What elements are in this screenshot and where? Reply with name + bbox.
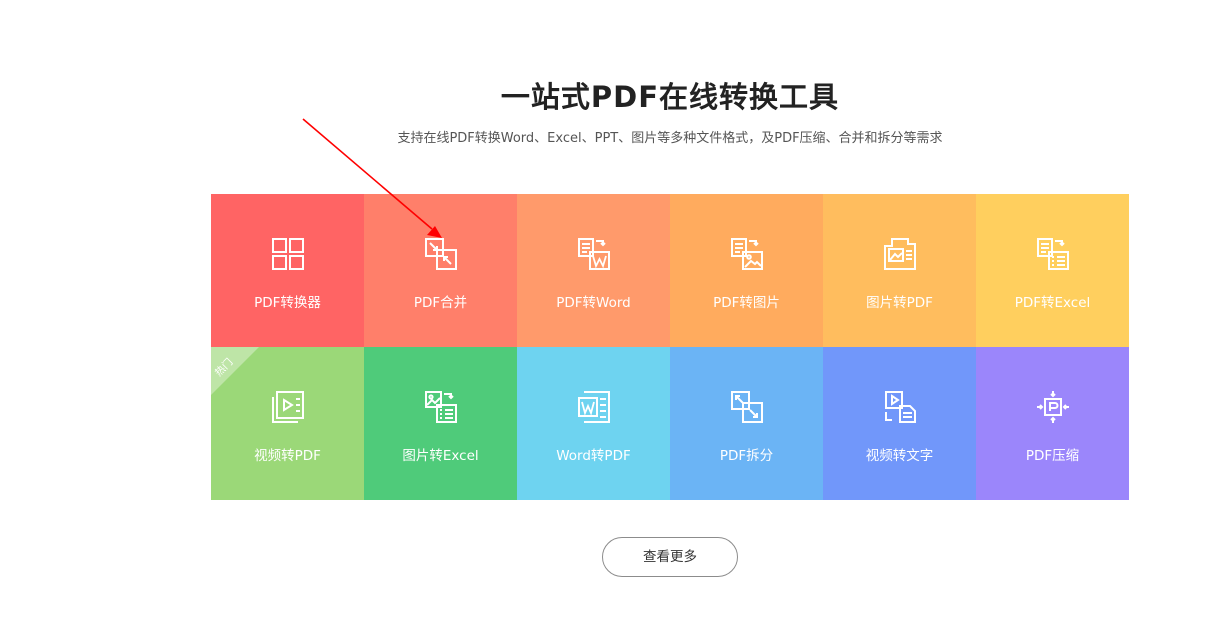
tool-tile-pdf-merge[interactable]: PDF合并: [364, 194, 517, 347]
tool-label: 视频转文字: [865, 448, 934, 464]
hot-badge-label: 热门: [213, 356, 236, 379]
tool-tile-pdf-compress[interactable]: PDF压缩: [976, 347, 1129, 500]
page-title: 一站式PDF在线转换工具: [500, 80, 840, 114]
tool-tile-video-to-pdf[interactable]: 热门 视频转PDF: [211, 347, 364, 500]
tool-grid: PDF转换器 PDF合并 PDF转Word PDF转图片 图片转PDF PDF转…: [211, 194, 1129, 500]
tool-label: Word转PDF: [556, 448, 631, 464]
compress-icon: [1035, 389, 1071, 425]
tool-label: PDF合并: [413, 295, 468, 311]
tool-tile-video-to-text[interactable]: 视频转文字: [823, 347, 976, 500]
tool-label: 图片转Excel: [402, 448, 479, 464]
hot-badge: 热门: [211, 347, 259, 395]
page: 一站式PDF在线转换工具 支持在线PDF转换Word、Excel、PPT、图片等…: [0, 0, 1227, 621]
image-to-pdf-icon: [882, 236, 918, 272]
tool-tile-image-to-excel[interactable]: 图片转Excel: [364, 347, 517, 500]
tool-label: PDF转图片: [713, 295, 780, 311]
tool-tile-image-to-pdf[interactable]: 图片转PDF: [823, 194, 976, 347]
tool-label: 视频转PDF: [254, 448, 321, 464]
tool-tile-pdf-to-excel[interactable]: PDF转Excel: [976, 194, 1129, 347]
word-to-pdf-icon: [576, 389, 612, 425]
page-subtitle: 支持在线PDF转换Word、Excel、PPT、图片等多种文件格式，及PDF压缩…: [397, 131, 943, 146]
tool-label: PDF转Word: [556, 295, 631, 311]
tool-tile-pdf-to-word[interactable]: PDF转Word: [517, 194, 670, 347]
tool-label: 图片转PDF: [866, 295, 933, 311]
tool-label: PDF压缩: [1025, 448, 1080, 464]
tool-tile-word-to-pdf[interactable]: Word转PDF: [517, 347, 670, 500]
merge-icon: [423, 236, 459, 272]
video-to-text-icon: [882, 389, 918, 425]
pdf-to-image-icon: [729, 236, 765, 272]
image-to-excel-icon: [423, 389, 459, 425]
tool-label: PDF拆分: [719, 448, 774, 464]
tool-tile-pdf-to-image[interactable]: PDF转图片: [670, 194, 823, 347]
tool-tile-pdf-converter[interactable]: PDF转换器: [211, 194, 364, 347]
tool-label: PDF转Excel: [1014, 295, 1091, 311]
grid-icon: [270, 236, 306, 272]
pdf-to-word-icon: [576, 236, 612, 272]
split-icon: [729, 389, 765, 425]
pdf-to-excel-icon: [1035, 236, 1071, 272]
tool-tile-pdf-split[interactable]: PDF拆分: [670, 347, 823, 500]
tool-label: PDF转换器: [254, 295, 321, 311]
view-more-button[interactable]: 查看更多: [602, 537, 738, 577]
video-to-pdf-icon: [270, 389, 306, 425]
